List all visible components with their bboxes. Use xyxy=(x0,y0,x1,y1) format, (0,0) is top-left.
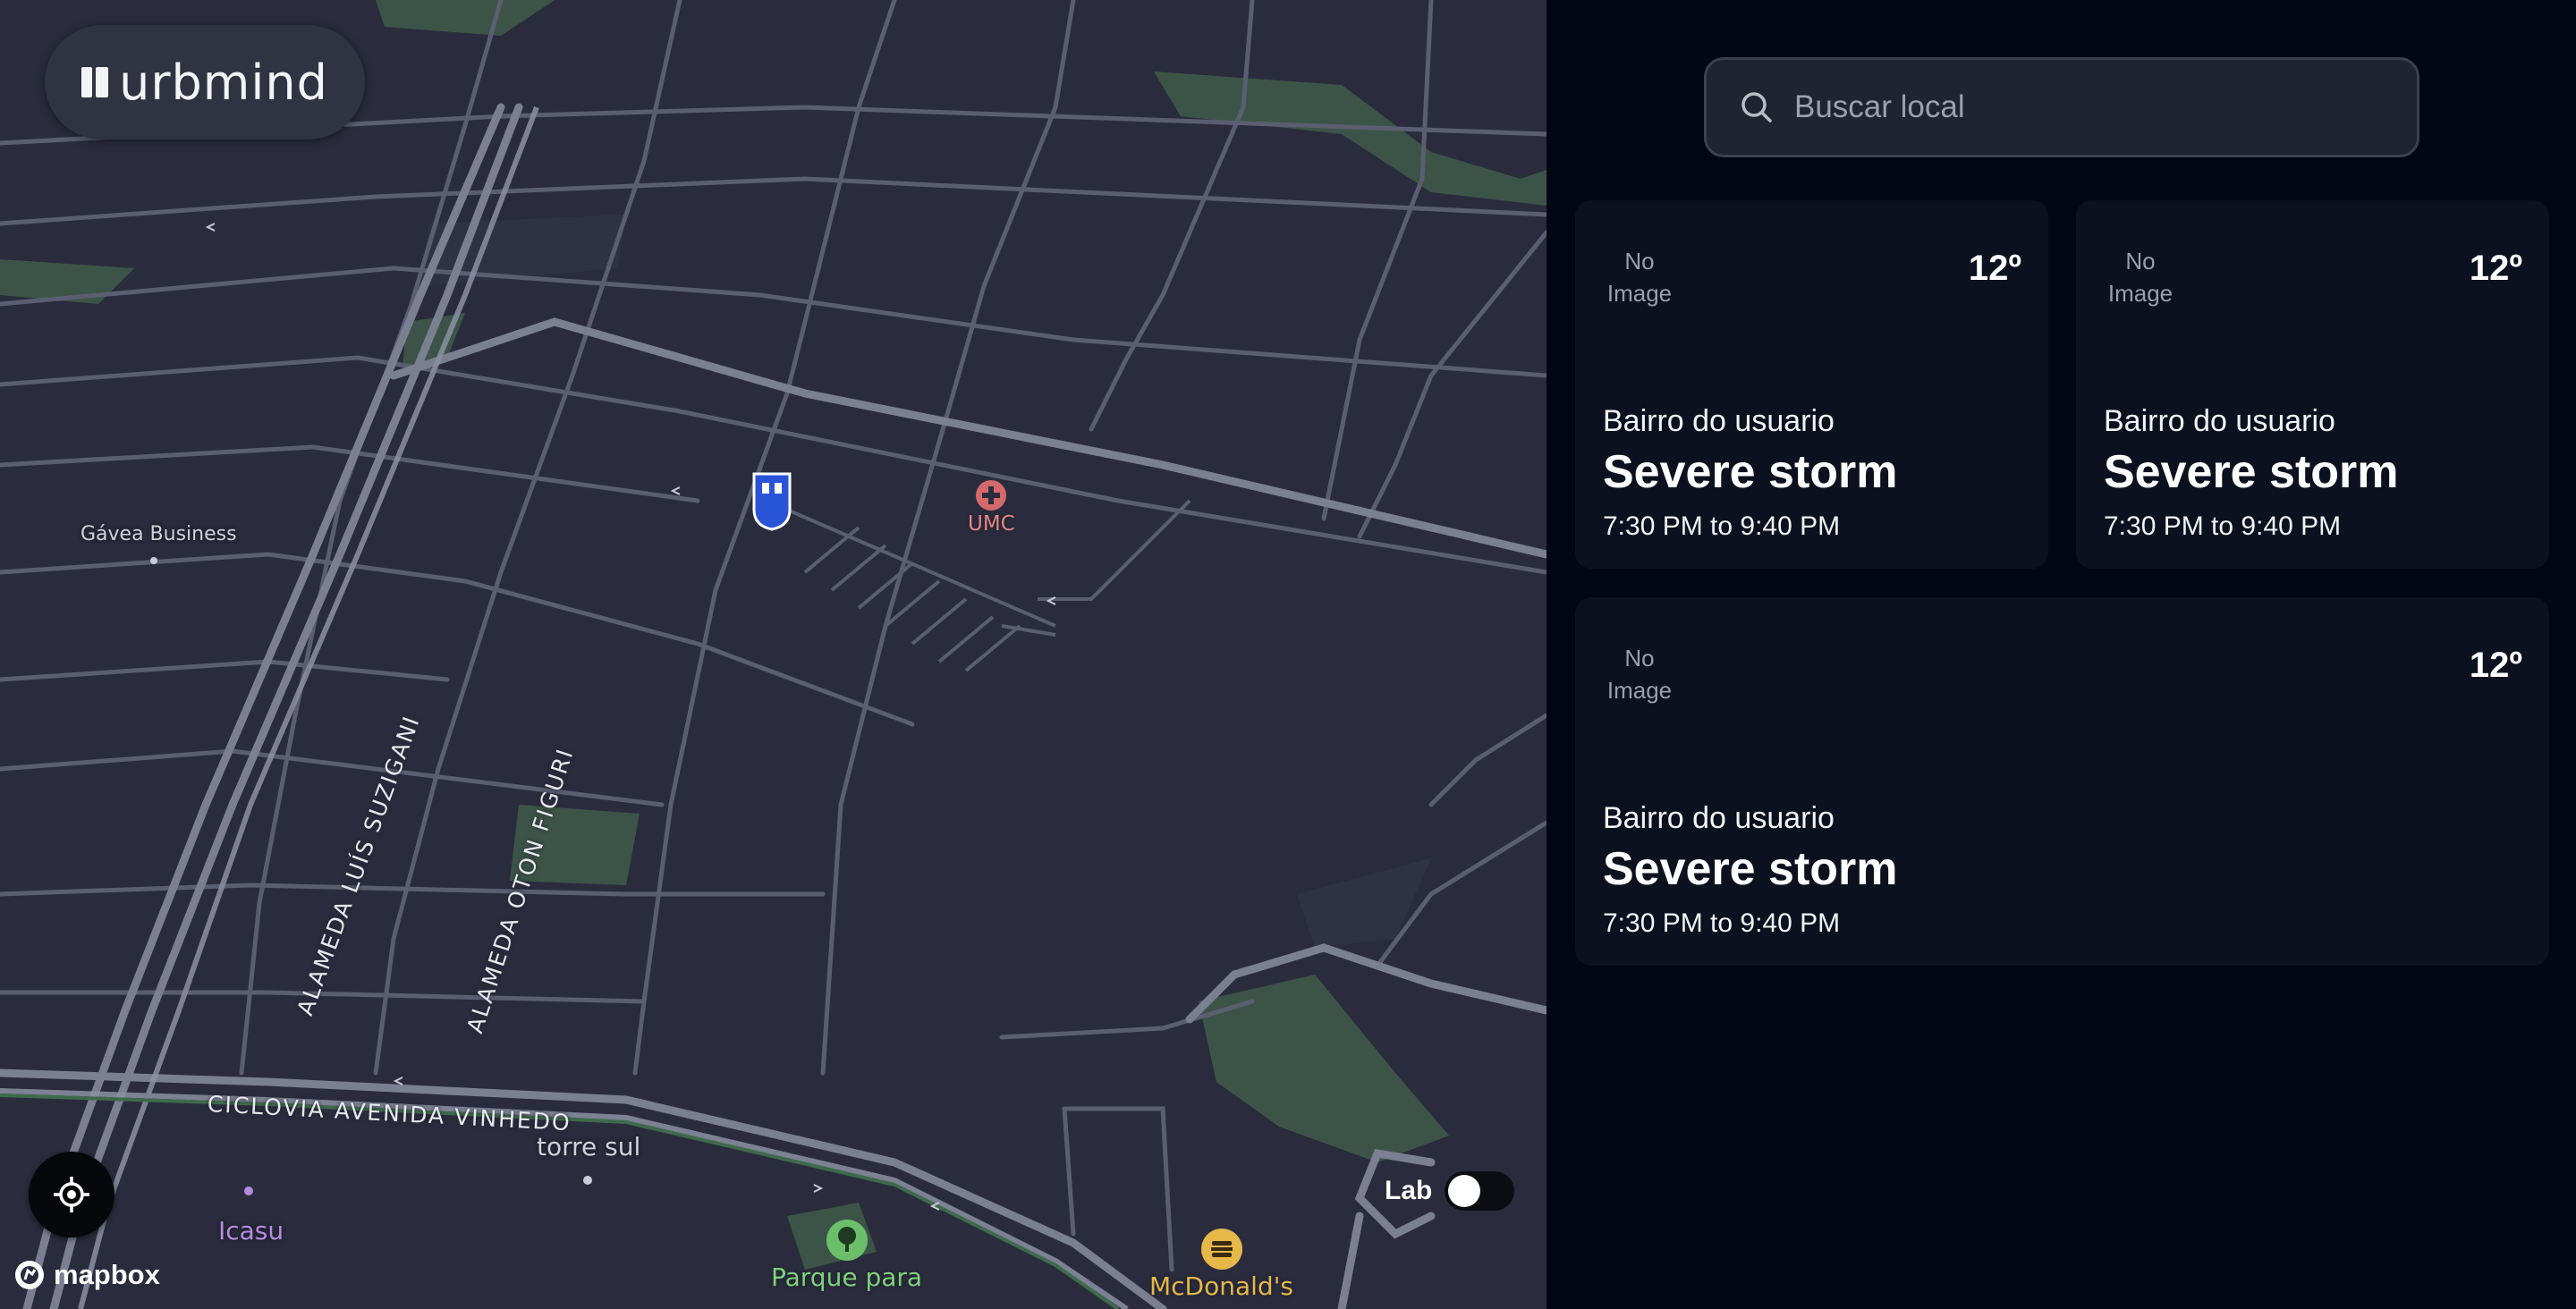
brand-logo-icon xyxy=(81,67,109,97)
card-condition: Severe storm xyxy=(2104,446,2399,498)
poi-parque[interactable]: Parque para xyxy=(771,1218,922,1292)
lab-switch[interactable] xyxy=(1445,1171,1515,1211)
lab-toggle[interactable]: Lab xyxy=(1385,1171,1515,1211)
hospital-icon xyxy=(976,480,1007,511)
mapbox-logo-icon xyxy=(15,1261,44,1289)
poi-umc-label: UMC xyxy=(968,512,1015,536)
card-image-placeholder: No Image xyxy=(1606,645,1673,704)
lab-toggle-label: Lab xyxy=(1385,1176,1433,1205)
restaurant-icon xyxy=(1200,1229,1242,1270)
card-temperature: 12º xyxy=(1968,249,2021,288)
card-image-placeholder: No Image xyxy=(2107,248,2174,307)
locate-icon xyxy=(54,1177,89,1212)
search-bar[interactable] xyxy=(1704,57,2419,157)
card-temperature: 12º xyxy=(2469,646,2522,685)
card-condition: Severe storm xyxy=(1603,446,1898,498)
poi-mcdonalds-label: McDonald's xyxy=(1149,1271,1293,1301)
weather-card[interactable]: No Image 12º Bairro do usuario Severe st… xyxy=(1575,200,2048,569)
park-icon xyxy=(826,1220,868,1261)
map-label-icasu: Icasu xyxy=(218,1216,284,1246)
lab-switch-knob xyxy=(1448,1175,1481,1207)
card-time-range: 7:30 PM to 9:40 PM xyxy=(1603,908,1841,938)
poi-parque-label: Parque para xyxy=(771,1263,923,1292)
map-label-torre-sul: torre sul xyxy=(537,1132,641,1161)
search-icon xyxy=(1741,92,1772,122)
mapbox-label: mapbox xyxy=(54,1259,160,1290)
card-time-range: 7:30 PM to 9:40 PM xyxy=(2104,511,2342,541)
brand-name: urbmind xyxy=(119,54,328,111)
map-view[interactable]: urbmind Gávea Business UMC ALAMEDA LUÍS … xyxy=(0,0,1546,1309)
side-panel: No Image 12º Bairro do usuario Severe st… xyxy=(1546,0,2576,1309)
location-pin-icon xyxy=(752,472,792,531)
card-neighborhood: Bairro do usuario xyxy=(1603,404,1835,438)
card-image-placeholder: No Image xyxy=(1606,248,1673,307)
card-condition: Severe storm xyxy=(1603,843,1898,895)
poi-umc[interactable]: UMC xyxy=(968,478,1015,536)
card-neighborhood: Bairro do usuario xyxy=(2104,404,2335,438)
mapbox-attribution[interactable]: mapbox xyxy=(13,1258,160,1292)
weather-card[interactable]: No Image 12º Bairro do usuario Severe st… xyxy=(1575,597,2549,966)
poi-mcdonalds[interactable]: McDonald's xyxy=(1149,1227,1293,1301)
brand-logo: urbmind xyxy=(45,25,365,139)
card-temperature: 12º xyxy=(2469,249,2522,288)
weather-card[interactable]: No Image 12º Bairro do usuario Severe st… xyxy=(2076,200,2549,569)
map-label-gavea: Gávea Business xyxy=(80,523,237,545)
card-neighborhood: Bairro do usuario xyxy=(1603,801,1835,835)
locate-me-button[interactable] xyxy=(29,1152,114,1237)
search-input[interactable] xyxy=(1794,89,2367,125)
card-time-range: 7:30 PM to 9:40 PM xyxy=(1603,511,1841,541)
